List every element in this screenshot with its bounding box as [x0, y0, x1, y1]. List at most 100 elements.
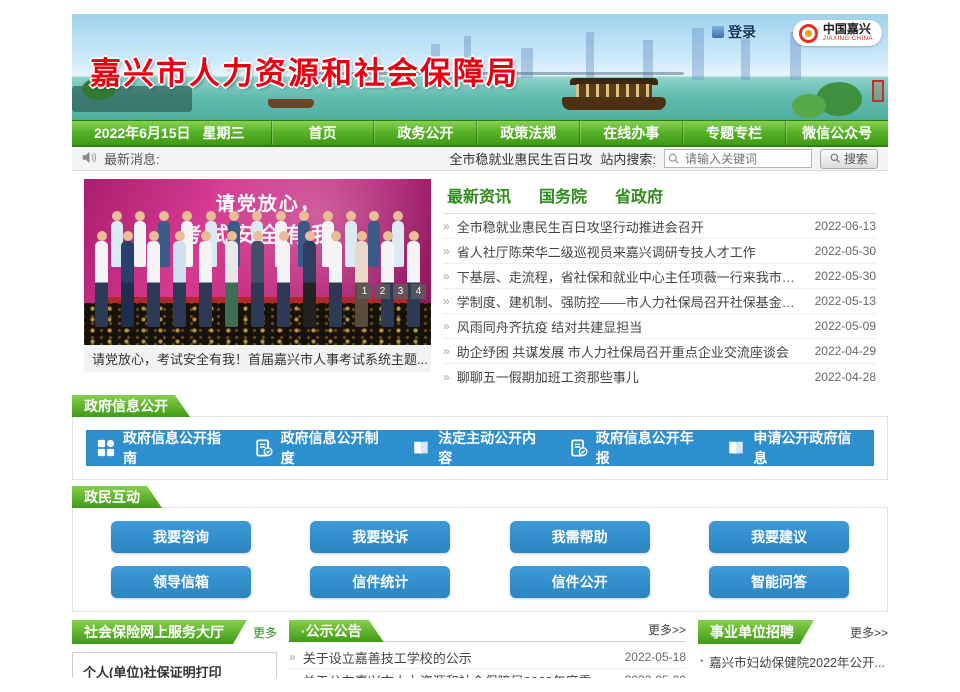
- pager-dot[interactable]: 1: [357, 284, 372, 299]
- ticker-scrolling-text[interactable]: 全市稳就业惠民生百日攻: [449, 149, 592, 168]
- news-tab[interactable]: 国务院: [537, 181, 589, 213]
- interaction-button[interactable]: 信件统计: [310, 566, 450, 598]
- main-content-row: 请党放心， 考试安全有我 1234 请党放心，考试安全有我！首届嘉兴市人事考试系…: [72, 171, 888, 389]
- pager-dot[interactable]: 2: [375, 284, 390, 299]
- gov-info-button[interactable]: 政府信息公开指南: [86, 430, 244, 466]
- news-item-date: 2022-04-28: [815, 370, 876, 384]
- news-tab[interactable]: 省政府: [613, 181, 665, 213]
- interaction-buttons: 我要咨询 我要投诉 我需帮助 我要建议领导信箱 信件统计 信件公开 智能问答: [72, 507, 888, 612]
- bullet-icon: ·: [700, 654, 704, 668]
- person-figure: [94, 231, 109, 327]
- social-security-title: 社会保险网上服务大厅: [72, 620, 247, 644]
- news-item-date: 2022-05-30: [815, 244, 876, 258]
- person-figure: [328, 231, 343, 327]
- news-item-title: 风雨同舟齐抗疫 结对共建显担当: [457, 317, 805, 336]
- interaction-button[interactable]: 我要投诉: [310, 521, 450, 553]
- recruitment-panel: 事业单位招聘 更多>> · 嘉兴市妇幼保健院2022年公开... · 2022年…: [698, 620, 888, 678]
- announcement-title: 关于公布嘉兴市人力资源和社会保障局2022年度重大行政决策事...: [303, 671, 615, 679]
- news-list: » 全市稳就业惠民生百日攻坚行动推进会召开 2022-06-13 » 省人社厅陈…: [443, 214, 876, 389]
- person-figure: [198, 231, 213, 327]
- news-tab[interactable]: 最新资讯: [445, 181, 513, 213]
- person-figure: [172, 231, 187, 327]
- news-item[interactable]: » 风雨同舟齐抗疫 结对共建显担当 2022-05-09: [443, 314, 876, 339]
- recruitment-more-link[interactable]: 更多>>: [850, 624, 888, 644]
- search-label: 站内搜索:: [600, 149, 656, 168]
- news-item-date: 2022-05-13: [815, 294, 876, 308]
- interaction-button[interactable]: 我要咨询: [111, 521, 251, 553]
- people-front-row: [94, 231, 421, 327]
- doc-check-icon: [255, 439, 273, 457]
- person-figure: [380, 231, 395, 327]
- news-item[interactable]: » 下基层、走流程，省社保和就业中心主任项薇一行来我市调研“国统”上线情况 20…: [443, 264, 876, 289]
- small-boat: [268, 99, 314, 108]
- nav-item[interactable]: 首页: [271, 121, 374, 145]
- ticker-label: 最新消息:: [104, 149, 160, 168]
- interaction-button[interactable]: 我要建议: [709, 521, 849, 553]
- interaction-title: 政民互动: [72, 486, 162, 508]
- recruitment-item[interactable]: · 2022年嘉兴市属事业单位公开...: [698, 672, 888, 678]
- social-security-more-link[interactable]: 更多: [253, 624, 277, 644]
- announcement-item[interactable]: » 关于设立嘉善技工学校的公示 2022-05-18: [289, 646, 686, 669]
- item-arrow-icon: »: [443, 319, 450, 333]
- news-item-title: 全市稳就业惠民生百日攻坚行动推进会召开: [457, 217, 805, 236]
- item-arrow-icon: »: [289, 650, 296, 664]
- search-input[interactable]: [664, 149, 812, 168]
- slideshow-pager: 1234: [357, 284, 426, 299]
- bottom-row: 社会保险网上服务大厅 更多 个人(单位)社保证明打印办事指南 ·公示公告 更多>…: [72, 620, 888, 678]
- search-icon: [668, 153, 680, 165]
- slideshow-caption[interactable]: 请党放心，考试安全有我！首届嘉兴市人事考试系统主题...: [84, 345, 431, 372]
- news-ticker-bar: 最新消息: 全市稳就业惠民生百日攻 站内搜索: 搜索: [72, 147, 888, 171]
- book-icon: [727, 439, 745, 457]
- logo-title: 中国嘉兴: [823, 23, 873, 35]
- gov-info-button[interactable]: 法定主动公开内容: [401, 430, 559, 466]
- nav-item[interactable]: 政务公开: [373, 121, 476, 145]
- item-arrow-icon: »: [443, 244, 450, 258]
- news-item-date: 2022-06-13: [815, 219, 876, 233]
- skyline-building: [692, 28, 704, 80]
- service-item[interactable]: 个人(单位)社保证明打印: [72, 652, 277, 678]
- login-link[interactable]: 登录: [712, 22, 756, 42]
- recruitment-item[interactable]: · 嘉兴市妇幼保健院2022年公开...: [698, 650, 888, 672]
- news-item[interactable]: » 聊聊五一假期加班工资那些事儿 2022-04-28: [443, 364, 876, 389]
- gov-info-title: 政府信息公开: [72, 395, 190, 417]
- pager-dot[interactable]: 4: [411, 284, 426, 299]
- announcements-more-link[interactable]: 更多>>: [648, 621, 686, 641]
- gov-info-button[interactable]: 政府信息公开年报: [559, 430, 717, 466]
- announcements-title: ·公示公告: [289, 620, 384, 642]
- item-arrow-icon: »: [443, 344, 450, 358]
- site-title: 嘉兴市人力资源和社会保障局: [90, 48, 519, 93]
- interaction-button[interactable]: 信件公开: [510, 566, 650, 598]
- nav-item[interactable]: 微信公众号: [785, 121, 888, 145]
- nav-item[interactable]: 政策法规: [476, 121, 579, 145]
- interaction-button[interactable]: 领导信箱: [111, 566, 251, 598]
- nav-item[interactable]: 在线办事: [579, 121, 682, 145]
- search-icon: [830, 153, 841, 164]
- search-box: [664, 149, 812, 168]
- news-item[interactable]: » 学制度、建机制、强防控——市人力社保局召开社保基金要情专题学习会 2022-…: [443, 289, 876, 314]
- gov-info-button[interactable]: 申请公开政府信息: [716, 430, 874, 466]
- skyline-building: [741, 38, 750, 80]
- interaction-button[interactable]: 智能问答: [709, 566, 849, 598]
- news-item-date: 2022-05-30: [815, 269, 876, 283]
- news-item-title: 下基层、走流程，省社保和就业中心主任项薇一行来我市调研“国统”上线情况: [457, 267, 805, 286]
- pager-dot[interactable]: 3: [393, 284, 408, 299]
- jiaxing-logo-icon: [799, 24, 818, 43]
- photo-slideshow[interactable]: 请党放心， 考试安全有我 1234 请党放心，考试安全有我！首届嘉兴市人事考试系…: [84, 179, 431, 389]
- slideshow-photo[interactable]: 请党放心， 考试安全有我 1234: [84, 179, 431, 345]
- announcement-item[interactable]: » 关于公布嘉兴市人力资源和社会保障局2022年度重大行政决策事... 2022…: [289, 669, 686, 678]
- item-arrow-icon: »: [443, 294, 450, 308]
- gov-info-button[interactable]: 政府信息公开制度: [244, 430, 402, 466]
- doc-check-icon: [570, 439, 588, 457]
- gov-info-section: 政府信息公开 政府信息公开指南 政府信息公开制度 法定主动公开内容: [72, 395, 888, 480]
- recruitment-item-title: 2022年嘉兴市属事业单位公开...: [709, 674, 888, 679]
- news-item-title: 省人社厅陈荣华二级巡视员来嘉兴调研专技人才工作: [457, 242, 805, 261]
- news-item[interactable]: » 助企纾困 共谋发展 市人力社保局召开重点企业交流座谈会 2022-04-29: [443, 339, 876, 364]
- person-figure: [406, 231, 421, 327]
- news-item[interactable]: » 全市稳就业惠民生百日攻坚行动推进会召开 2022-06-13: [443, 214, 876, 239]
- interaction-button[interactable]: 我需帮助: [510, 521, 650, 553]
- news-item[interactable]: » 省人社厅陈荣华二级巡视员来嘉兴调研专技人才工作 2022-05-30: [443, 239, 876, 264]
- logo-subtitle: JIAXING CHINA: [823, 35, 873, 43]
- nav-item[interactable]: 专题专栏: [682, 121, 785, 145]
- page-container: 嘉兴市人力资源和社会保障局 登录 中国嘉兴 JIAXING CHINA 2022…: [72, 14, 888, 678]
- search-button[interactable]: 搜索: [820, 149, 878, 169]
